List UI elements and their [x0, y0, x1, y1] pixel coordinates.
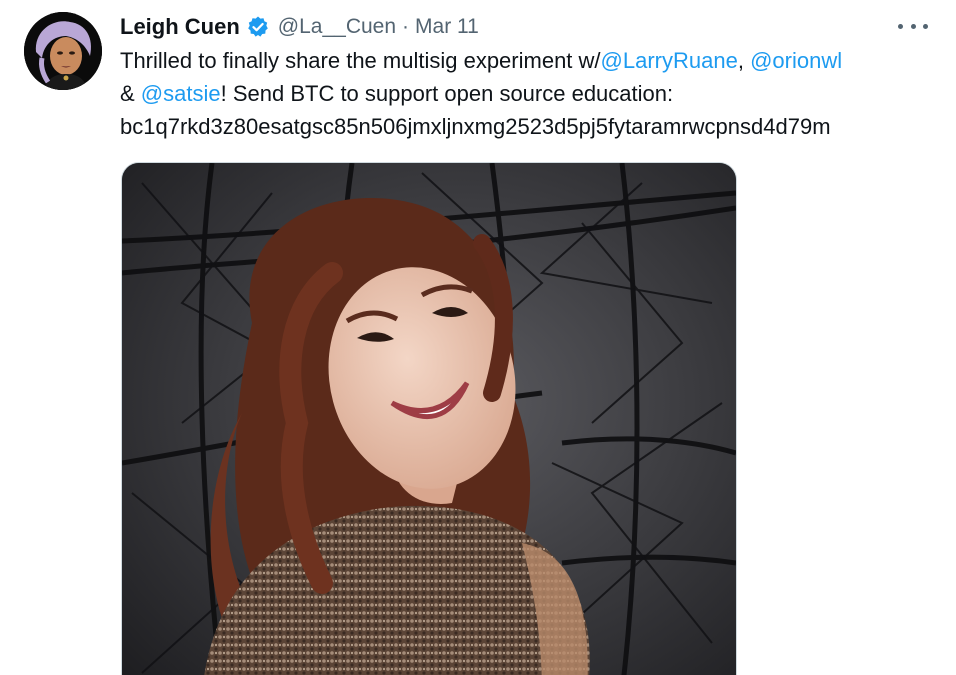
mention-larryruane[interactable]: @LarryRuane	[601, 48, 738, 73]
tweet[interactable]: Leigh Cuen @La__Cuen · Mar 11 Thrilled t…	[0, 0, 956, 675]
tweet-header: Leigh Cuen @La__Cuen · Mar 11	[120, 10, 479, 44]
text-segment: &	[120, 81, 141, 106]
btc-address: bc1q7rkd3z80esatgsc85n506jmxljnxmg2523d5…	[120, 114, 831, 139]
avatar-illustration	[24, 12, 102, 90]
tweet-photo[interactable]	[121, 162, 737, 675]
tweet-text-line-1: Thrilled to finally share the multisig e…	[120, 44, 940, 77]
text-segment: Thrilled to finally share the multisig e…	[120, 48, 601, 73]
avatar[interactable]	[24, 12, 102, 90]
more-options-icon[interactable]	[898, 14, 928, 38]
tweet-text: Thrilled to finally share the multisig e…	[120, 44, 940, 143]
photo-portrait	[122, 163, 736, 675]
display-name[interactable]: Leigh Cuen	[120, 14, 240, 40]
tweet-text-line-2: & @satsie! Send BTC to support open sour…	[120, 77, 940, 110]
separator-dot: ·	[402, 15, 410, 38]
verified-badge-icon	[246, 15, 270, 39]
mention-orionwl[interactable]: @orionwl	[750, 48, 842, 73]
tweet-date[interactable]: Mar 11	[415, 15, 479, 39]
mention-satsie[interactable]: @satsie	[141, 81, 221, 106]
user-handle[interactable]: @La__Cuen	[278, 15, 396, 39]
text-segment: ,	[737, 48, 751, 73]
text-segment: ! Send BTC to support open source educat…	[220, 81, 674, 106]
